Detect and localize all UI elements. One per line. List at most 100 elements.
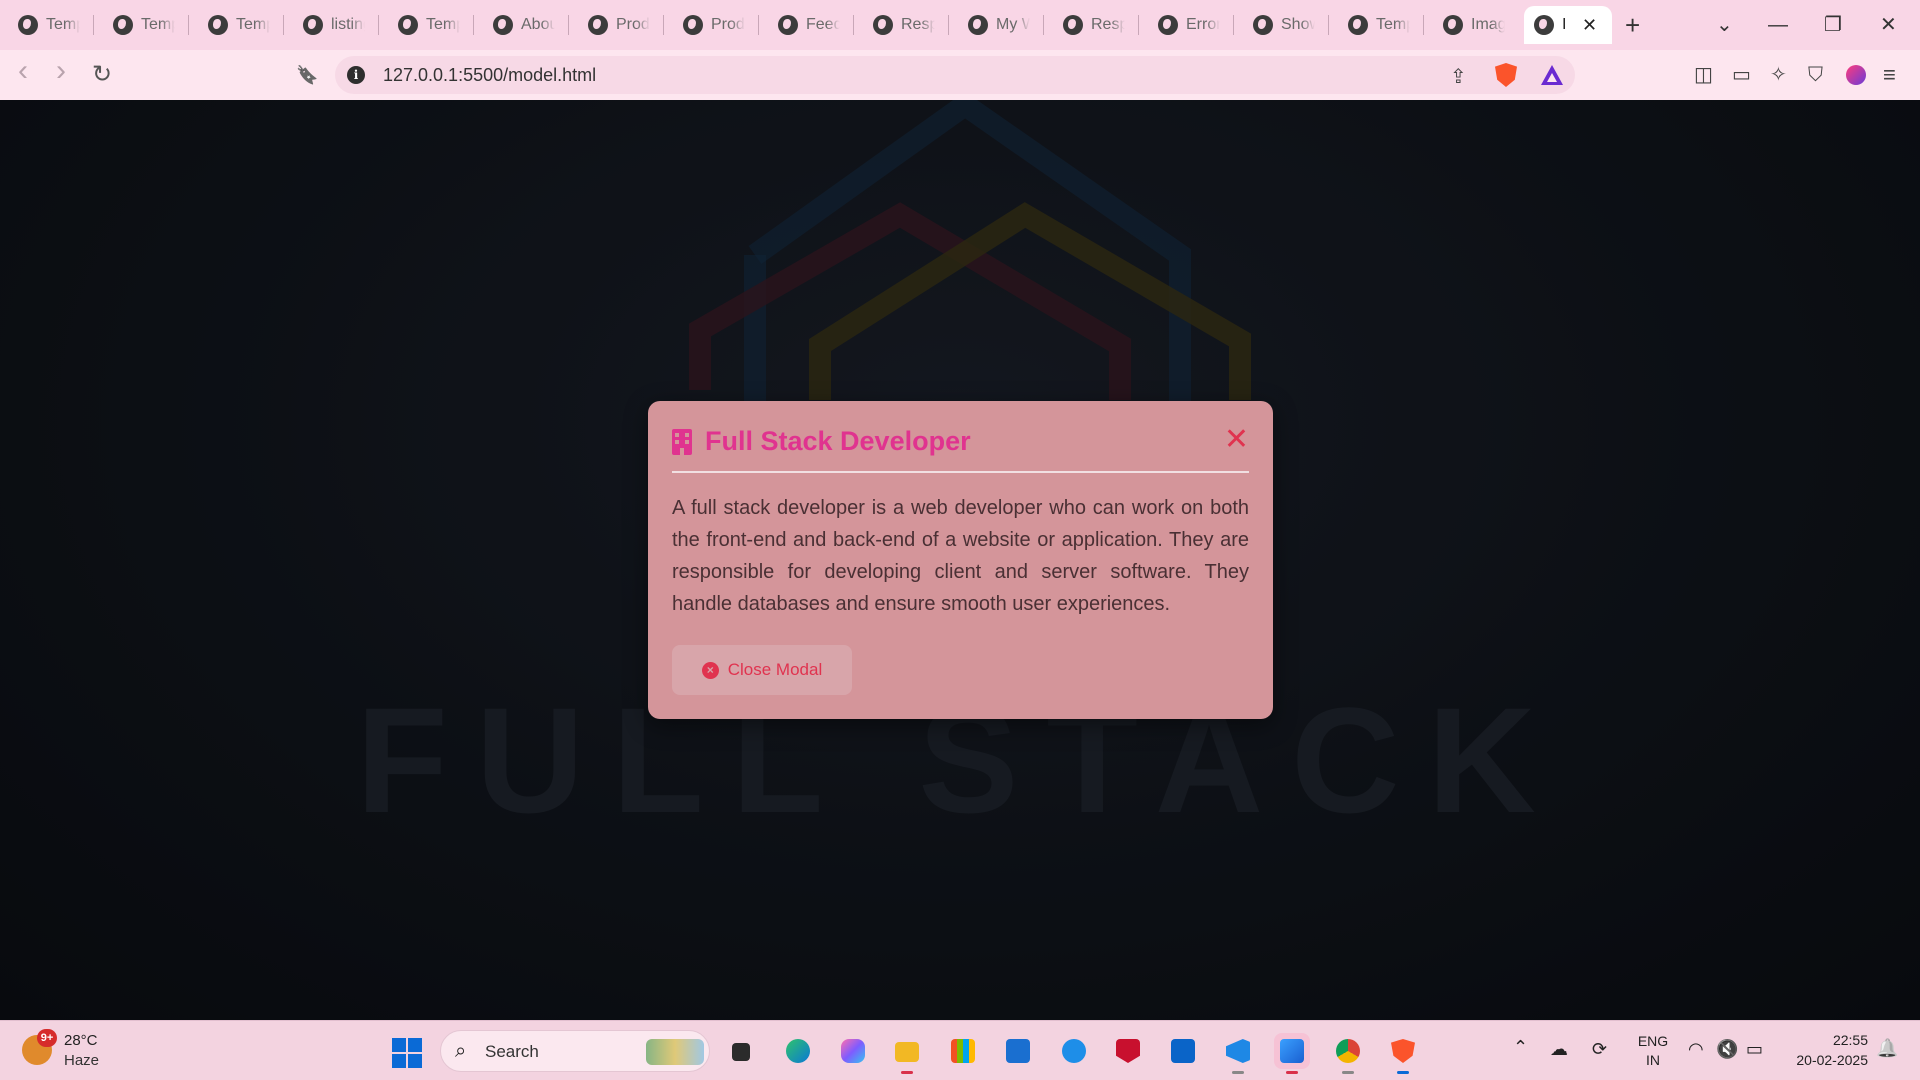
browser-tab[interactable]: Prod <box>673 6 759 44</box>
chrome-icon[interactable] <box>1330 1033 1366 1074</box>
battery-icon[interactable]: ▭ <box>1746 1038 1763 1060</box>
task-view-icon[interactable] <box>722 1033 758 1069</box>
globe-icon <box>113 15 133 35</box>
minimize-button[interactable]: — <box>1768 10 1788 40</box>
browser-tab[interactable]: Resp <box>863 6 949 44</box>
copilot-icon[interactable] <box>835 1033 871 1069</box>
tab-close-icon[interactable]: ✕ <box>1582 15 1597 36</box>
building-icon <box>672 429 692 455</box>
sidebar-icon[interactable]: ◫ <box>1694 64 1713 86</box>
vpn-icon[interactable]: ⛉ <box>1808 64 1823 86</box>
restore-button[interactable]: ❐ <box>1824 10 1842 40</box>
clock-date[interactable]: 20-02-2025 <box>1778 1052 1868 1068</box>
browser-tab[interactable]: listing <box>293 6 379 44</box>
myhp-icon[interactable] <box>1000 1033 1036 1069</box>
search-placeholder: Search <box>485 1042 539 1061</box>
site-info-icon[interactable]: i <box>347 66 365 84</box>
tab-label: My W <box>996 16 1030 33</box>
taskbar: 9+ 28°C Haze ⌕ Search ⌃ ☁ ⟳ ENG IN ◠ 🔇 ▭… <box>0 1020 1920 1080</box>
url-text[interactable]: 127.0.0.1:5500/model.html <box>383 65 596 86</box>
bookmark-icon[interactable]: 🔖 <box>296 62 318 88</box>
help-icon[interactable] <box>1056 1033 1092 1069</box>
close-window-button[interactable]: ✕ <box>1880 10 1897 40</box>
back-icon[interactable]: ‹ <box>18 56 28 86</box>
profile-avatar[interactable] <box>1846 65 1866 85</box>
clock-time[interactable]: 22:55 <box>1788 1032 1868 1048</box>
tab-label: Temp <box>141 16 175 33</box>
language-indicator[interactable]: ENG <box>1636 1033 1670 1049</box>
microsoft-store-icon[interactable] <box>945 1033 981 1069</box>
tray-overflow-chevron[interactable]: ⌃ <box>1513 1037 1528 1058</box>
tab-separator <box>853 15 854 35</box>
tab-separator <box>1138 15 1139 35</box>
reload-icon[interactable]: ↻ <box>92 62 112 88</box>
brave-shields-icon[interactable] <box>1495 63 1517 87</box>
edge-icon[interactable] <box>780 1033 816 1069</box>
browser-tab[interactable]: Error <box>1148 6 1234 44</box>
globe-icon <box>208 15 228 35</box>
leo-ai-icon[interactable]: ✧ <box>1770 64 1787 86</box>
wifi-icon[interactable]: ◠ <box>1688 1038 1704 1060</box>
browser-tab[interactable]: Feedb <box>768 6 854 44</box>
weather-temperature[interactable]: 28°C <box>64 1032 98 1049</box>
language-region[interactable]: IN <box>1636 1052 1670 1068</box>
onedrive-error-icon[interactable]: ☁ <box>1550 1038 1568 1060</box>
tab-separator <box>378 15 379 35</box>
browser-tab[interactable]: Temp <box>1338 6 1424 44</box>
x-circle-icon: × <box>701 661 719 679</box>
taskbar-search[interactable]: ⌕ Search <box>440 1030 710 1072</box>
tab-strip: Temp Temp Temp listing Temp About Prod P… <box>0 0 1920 50</box>
browser-tab[interactable]: Temp <box>198 6 284 44</box>
browser-tab[interactable]: Temp <box>103 6 189 44</box>
tab-search-icon[interactable]: ⌄ <box>1716 10 1733 40</box>
modal-title: Full Stack Developer <box>705 426 971 456</box>
browser-tab[interactable]: About <box>483 6 569 44</box>
tab-label: About <box>521 16 555 33</box>
browser-tab[interactable]: My W <box>958 6 1044 44</box>
tab-label: Imag <box>1471 16 1505 33</box>
tab-separator <box>568 15 569 35</box>
browser-tab[interactable]: Prod <box>578 6 664 44</box>
menu-icon[interactable]: ≡ <box>1883 64 1896 86</box>
tab-separator <box>663 15 664 35</box>
photos-icon[interactable] <box>1274 1033 1310 1074</box>
brave-icon[interactable] <box>1385 1033 1421 1074</box>
globe-icon <box>1348 15 1368 35</box>
share-icon[interactable]: ⇪ <box>1450 64 1467 89</box>
browser-tab[interactable]: Resp <box>1053 6 1139 44</box>
brave-rewards-icon[interactable] <box>1541 65 1563 85</box>
notification-bell-icon[interactable]: 🔔 <box>1876 1038 1898 1059</box>
volume-muted-icon[interactable]: 🔇 <box>1716 1038 1738 1060</box>
browser-tab[interactable]: Imag <box>1433 6 1519 44</box>
tab-separator <box>1423 15 1424 35</box>
tab-separator <box>93 15 94 35</box>
tab-label: Temp <box>46 16 80 33</box>
search-icon: ⌕ <box>455 1040 467 1062</box>
close-modal-button[interactable]: × Close Modal <box>672 645 852 695</box>
outlook-icon[interactable] <box>1165 1033 1201 1069</box>
browser-tab[interactable]: Show <box>1243 6 1329 44</box>
browser-tab[interactable]: Temp <box>388 6 474 44</box>
tab-separator <box>1328 15 1329 35</box>
address-bar[interactable]: i 127.0.0.1:5500/model.html ⇪ <box>335 56 1575 94</box>
active-tab[interactable]: I ✕ <box>1524 6 1612 44</box>
tab-label: Feedb <box>806 16 840 33</box>
tab-label: Resp <box>901 16 935 33</box>
new-tab-button[interactable]: + <box>1625 10 1640 40</box>
wallet-icon[interactable]: ▭ <box>1732 64 1751 86</box>
browser-tab[interactable]: Temp <box>8 6 94 44</box>
modal-header: Full Stack Developer ✕ <box>672 423 1249 473</box>
tab-separator <box>1233 15 1234 35</box>
vscode-icon[interactable] <box>1220 1033 1256 1074</box>
close-icon[interactable]: ✕ <box>1224 423 1249 457</box>
forward-icon[interactable]: › <box>56 56 66 86</box>
mcafee-icon[interactable] <box>1110 1033 1146 1069</box>
page-viewport: FULL STACK Full Stack Developer ✕ A full… <box>0 100 1920 1020</box>
sync-icon[interactable]: ⟳ <box>1592 1038 1607 1060</box>
weather-description[interactable]: Haze <box>64 1052 99 1069</box>
globe-icon <box>1253 15 1273 35</box>
tab-separator <box>188 15 189 35</box>
file-explorer-icon[interactable] <box>889 1033 925 1074</box>
start-button[interactable] <box>392 1038 422 1068</box>
tab-label: Prod <box>711 16 745 33</box>
